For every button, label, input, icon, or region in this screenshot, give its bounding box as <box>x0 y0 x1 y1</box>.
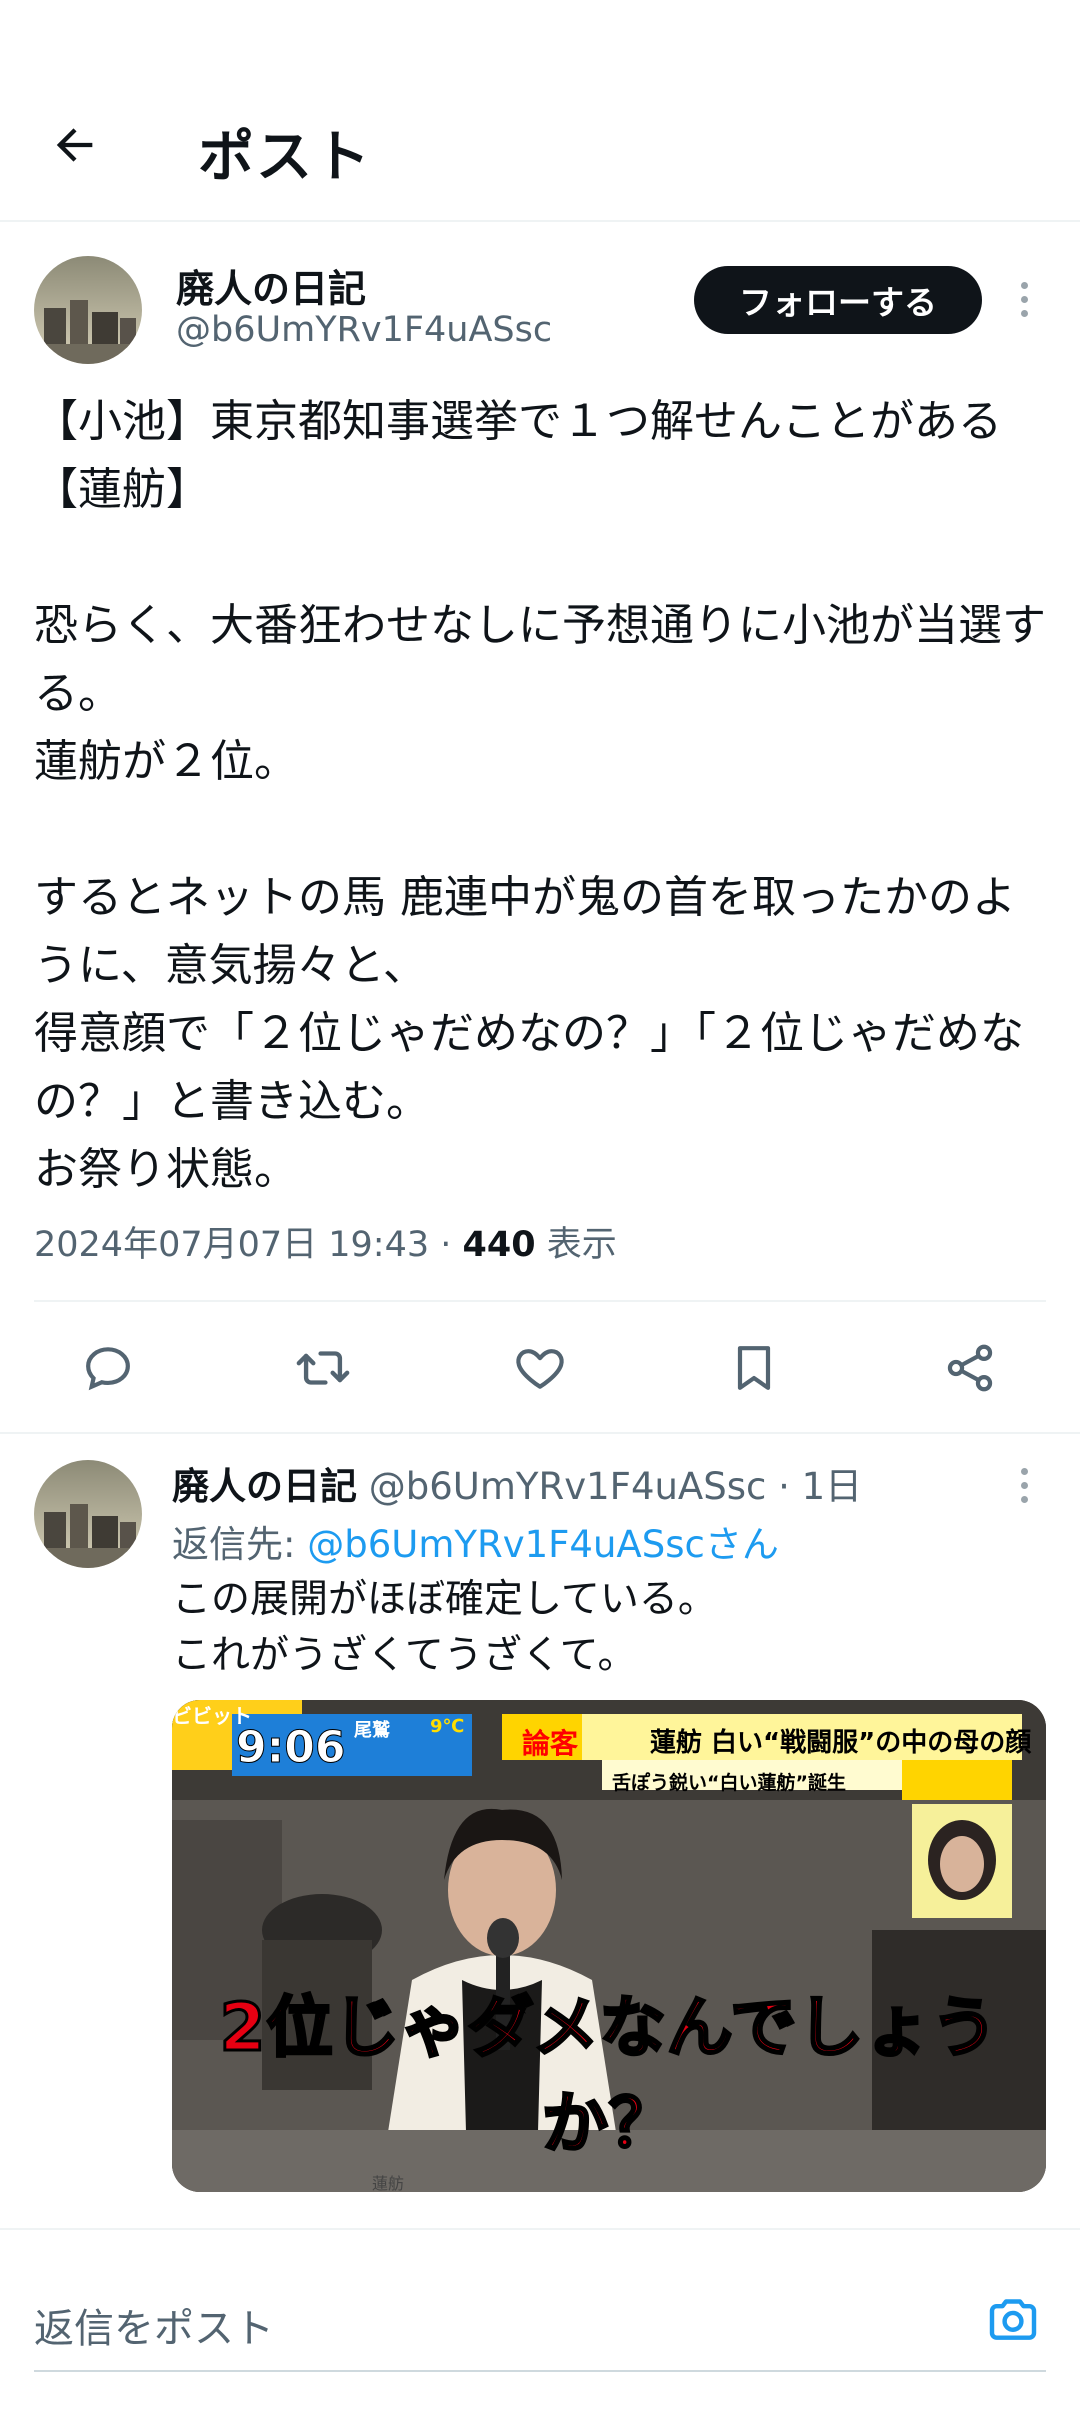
post-meta: 2024年07月07日 19:43 · 440 表示 <box>34 1216 617 1267</box>
weather-city: 尾鷲 <box>354 1720 390 1741</box>
reply-author-name[interactable]: 廃人の日記 <box>172 1465 357 1508</box>
share-button[interactable] <box>930 1328 1010 1408</box>
top-bar: ポスト <box>0 0 1080 222</box>
reply-author-handle[interactable]: @b6UmYRv1F4uASsc <box>357 1465 767 1508</box>
author-name[interactable]: 廃人の日記 <box>176 258 366 313</box>
camera-button[interactable] <box>980 2286 1046 2352</box>
bookmark-button[interactable] <box>714 1328 794 1408</box>
weather-temp: 9℃ <box>430 1716 465 1737</box>
post-timestamp[interactable]: 2024年07月07日 19:43 <box>34 1225 429 1265</box>
back-arrow-icon <box>56 128 93 162</box>
like-button[interactable] <box>500 1328 580 1408</box>
reply-author-avatar[interactable] <box>34 1460 142 1568</box>
topic-subtitle: 舌ぽう鋭い“白い蓮舫”誕生 <box>612 1772 846 1794</box>
nameplate: 蓮舫 <box>372 2174 405 2192</box>
divider <box>34 1300 1046 1302</box>
meta-separator: · <box>429 1225 463 1265</box>
action-bar <box>0 1328 1080 1408</box>
reply-icon <box>86 1347 130 1391</box>
reply-time: · 1日 <box>766 1465 863 1508</box>
more-options-icon[interactable] <box>1014 282 1034 317</box>
reply-more-options-icon[interactable] <box>1014 1468 1034 1503</box>
reply-input[interactable]: 返信をポスト <box>34 2296 274 2354</box>
like-icon <box>516 1349 564 1389</box>
compose-underline <box>34 2370 1046 2372</box>
reply-to-line: 返信先: @b6UmYRv1F4uASscさん <box>172 1514 779 1568</box>
share-icon <box>947 1344 993 1392</box>
views-label: 表示 <box>535 1225 617 1265</box>
repost-button[interactable] <box>283 1328 363 1408</box>
back-button[interactable] <box>40 110 110 180</box>
repost-icon <box>296 1351 350 1385</box>
camera-icon <box>989 2299 1037 2340</box>
reply-header: 廃人の日記 @b6UmYRv1F4uASsc · 1日 <box>172 1456 862 1510</box>
author-avatar[interactable] <box>34 256 142 364</box>
reply-to-handle[interactable]: @b6UmYRv1F4uASscさん <box>307 1523 779 1566</box>
reply-media-image[interactable]: ビビット 9:06 尾鷲 9℃ 論客 蓮舫 白い“戦闘服”の中の母の顔 舌ぽう鋭… <box>172 1700 1046 2192</box>
reply-button[interactable] <box>68 1328 148 1408</box>
follow-button[interactable]: フォローする <box>694 266 982 334</box>
media-caption: 2位じゃダメなんでしょうか？ <box>218 1988 999 2164</box>
reply-text: この展開がほぼ確定している。 これがうざくてうざくて。 <box>172 1577 717 1678</box>
topic-tag: 論客 <box>522 1727 579 1760</box>
views-count: 440 <box>462 1225 536 1265</box>
thread-divider <box>0 1432 1080 1434</box>
topic-title: 蓮舫 白い“戦闘服”の中の母の顔 <box>650 1728 1032 1758</box>
page-title: ポスト <box>198 125 372 190</box>
tv-clock: 9:06 <box>235 1722 346 1774</box>
reply-compose-bar: 返信をポスト <box>0 2228 1080 2432</box>
author-handle[interactable]: @b6UmYRv1F4uASsc <box>176 310 552 350</box>
post-text: 【小池】東京都知事選挙で１つ解せんことがある【蓮舫】 恐らく、大番狂わせなしに予… <box>34 396 1046 1195</box>
reply-to-label: 返信先: <box>172 1523 308 1566</box>
bookmark-icon <box>737 1346 771 1390</box>
